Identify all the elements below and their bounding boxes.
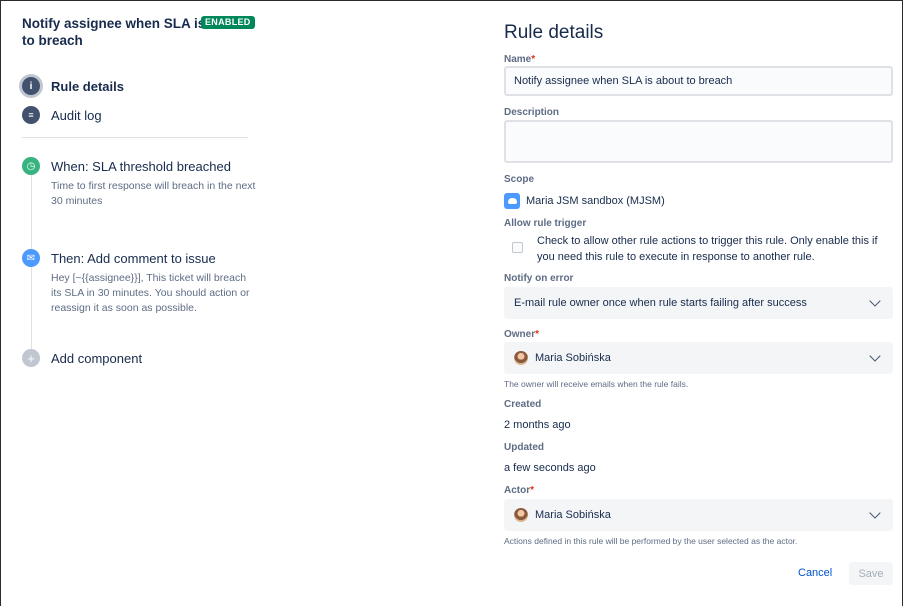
created-value: 2 months ago	[504, 419, 571, 431]
trigger-label: When: SLA threshold breached	[51, 158, 231, 174]
nav-item-label: Audit log	[51, 107, 102, 123]
project-icon	[504, 193, 520, 209]
avatar	[514, 351, 528, 365]
action-description: Hey [~{{assignee}}], This ticket will br…	[51, 272, 250, 314]
scope-text: Maria JSM sandbox (MJSM)	[526, 195, 665, 207]
info-icon: i	[22, 77, 40, 95]
panel-title: Rule details	[504, 22, 604, 43]
allow-trigger-text: Check to allow other rule actions to tri…	[537, 235, 878, 263]
notify-value: E-mail rule owner once when rule starts …	[514, 297, 807, 309]
scope-value: Maria JSM sandbox (MJSM)	[504, 193, 665, 209]
save-button[interactable]: Save	[849, 562, 893, 585]
add-component-button[interactable]: + Add component	[22, 349, 257, 367]
notify-select[interactable]: E-mail rule owner once when rule starts …	[504, 287, 893, 319]
rule-sidebar: Notify assignee when SLA is about to bre…	[22, 15, 255, 367]
name-input[interactable]: Notify assignee when SLA is about to bre…	[504, 66, 893, 96]
description-textarea[interactable]	[504, 120, 893, 163]
owner-label: Owner*	[504, 329, 540, 340]
trigger-description: Time to first response will breach in th…	[51, 180, 256, 207]
actor-value: Maria Sobińska	[535, 509, 611, 521]
description-label: Description	[504, 107, 560, 118]
avatar	[514, 508, 528, 522]
scope-label: Scope	[504, 174, 535, 185]
owner-select[interactable]: Maria Sobińska	[504, 342, 893, 374]
chevron-down-icon	[869, 507, 881, 519]
nav-item-audit-log[interactable]: ≡ Audit log	[22, 106, 102, 124]
chevron-down-icon	[869, 295, 881, 307]
owner-help: The owner will receive emails when the r…	[504, 379, 689, 389]
created-label: Created	[504, 399, 542, 410]
nav-item-label: Rule details	[51, 78, 124, 94]
list-icon: ≡	[22, 106, 40, 124]
trigger-component[interactable]: ◷ When: SLA threshold breached Time to f…	[22, 157, 257, 209]
nav-item-rule-details[interactable]: i Rule details	[22, 77, 124, 95]
action-component[interactable]: ✉ Then: Add comment to issue Hey [~{{ass…	[22, 249, 257, 316]
divider	[22, 137, 248, 138]
action-label: Then: Add comment to issue	[51, 250, 216, 266]
updated-label: Updated	[504, 442, 544, 453]
allow-trigger-row: Check to allow other rule actions to tri…	[512, 233, 897, 265]
actor-help: Actions defined in this rule will be per…	[504, 536, 798, 546]
comment-icon: ✉	[22, 249, 40, 267]
clock-icon: ◷	[22, 157, 40, 175]
updated-value: a few seconds ago	[504, 462, 596, 474]
actor-label: Actor*	[504, 485, 535, 496]
allow-trigger-checkbox[interactable]	[512, 242, 523, 253]
add-component-label: Add component	[51, 350, 143, 366]
allow-trigger-label: Allow rule trigger	[504, 218, 587, 229]
cancel-button[interactable]: Cancel	[798, 567, 832, 579]
status-badge: ENABLED	[201, 16, 255, 29]
actor-select[interactable]: Maria Sobińska	[504, 499, 893, 531]
chevron-down-icon	[869, 350, 881, 362]
name-label: Name*	[504, 54, 536, 65]
rule-editor-window: Notify assignee when SLA is about to bre…	[0, 0, 903, 606]
plus-icon: +	[22, 349, 40, 367]
owner-value: Maria Sobińska	[535, 352, 611, 364]
notify-label: Notify on error	[504, 273, 574, 284]
name-input-value: Notify assignee when SLA is about to bre…	[514, 75, 733, 87]
